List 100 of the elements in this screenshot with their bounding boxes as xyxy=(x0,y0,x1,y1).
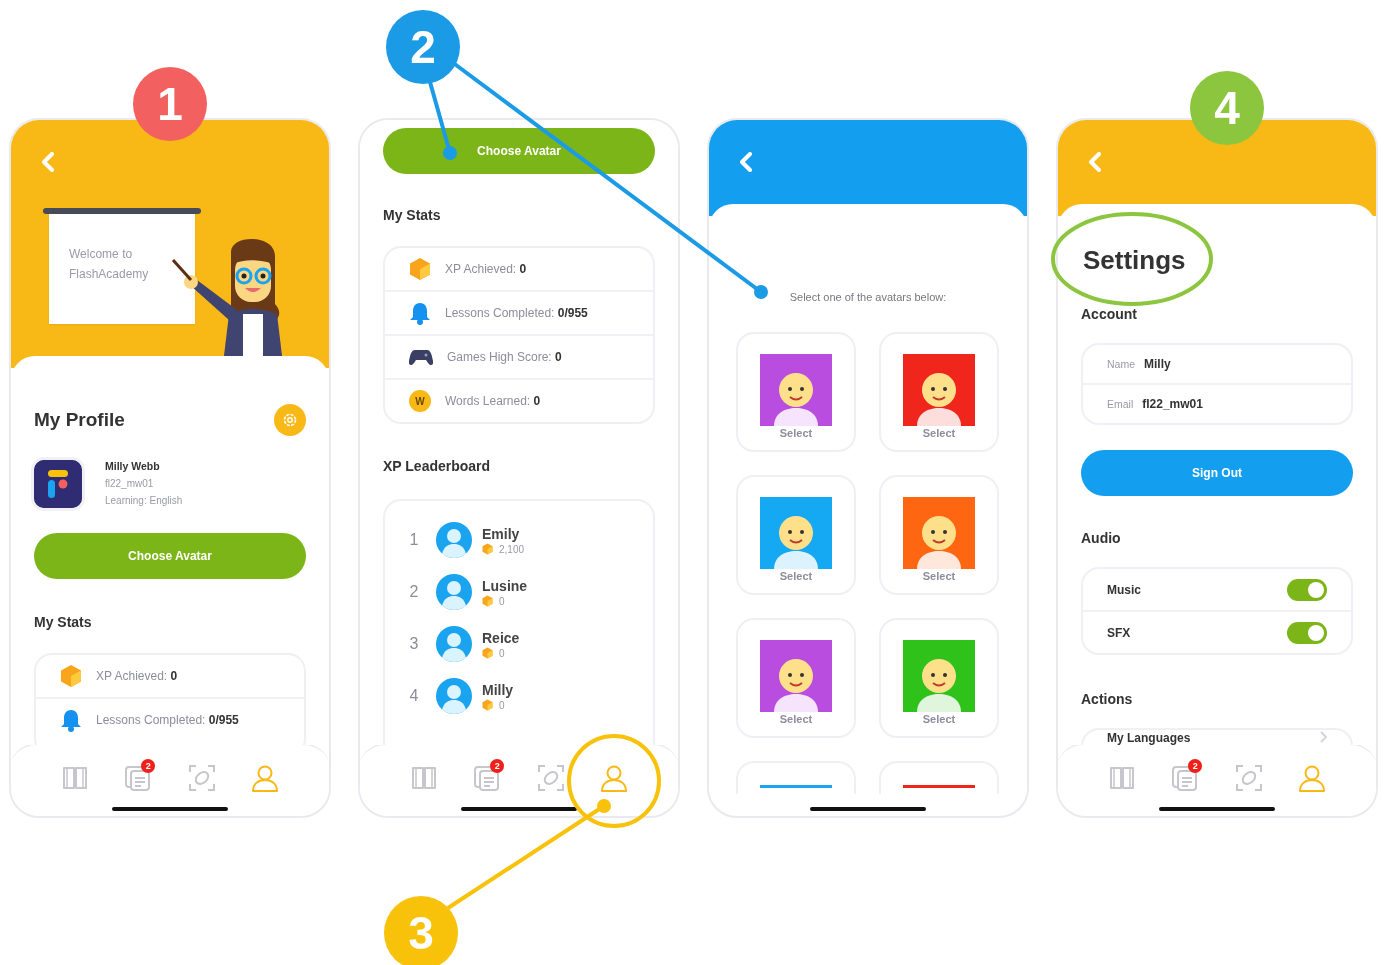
hexagon-icon xyxy=(482,543,493,555)
select-label: Select xyxy=(922,426,956,440)
rank-number: 4 xyxy=(408,687,420,705)
select-label: Select xyxy=(922,569,956,583)
hexagon-icon xyxy=(60,664,82,688)
stat-text: Lessons Completed: 0/955 xyxy=(96,713,239,727)
stat-text: Lessons Completed: 0/955 xyxy=(445,306,588,320)
choose-avatar-button[interactable]: Choose Avatar xyxy=(34,533,306,579)
rank-number: 3 xyxy=(408,635,420,653)
avatar-option[interactable]: Select xyxy=(879,332,999,452)
action-link[interactable]: My Languages xyxy=(1107,731,1191,745)
step-marker: 2 xyxy=(386,10,460,84)
notification-count: 2 xyxy=(141,759,156,773)
step-marker: 4 xyxy=(1190,71,1264,145)
section-title: Account xyxy=(1081,305,1138,323)
section-title: My Stats xyxy=(383,206,442,224)
field-value: fl22_mw01 xyxy=(1142,397,1203,411)
choose-avatar-button[interactable]: Choose Avatar xyxy=(383,128,655,174)
back-icon xyxy=(1088,152,1102,172)
coin-badge: W xyxy=(409,390,431,412)
hexagon-icon xyxy=(482,699,493,711)
book-icon xyxy=(61,764,89,792)
board-text: Welcome to FlashAcademy xyxy=(69,246,150,283)
setting-label: Music xyxy=(1107,582,1141,597)
person-icon xyxy=(251,764,279,792)
avatar-option[interactable]: Select xyxy=(736,475,856,595)
select-label: Select xyxy=(779,426,813,440)
scan-icon xyxy=(1234,764,1263,792)
avatar-option[interactable]: Select xyxy=(879,475,999,595)
field-value: Milly xyxy=(1144,357,1171,371)
field-label: Email xyxy=(1107,398,1134,410)
player-name: Reice xyxy=(482,629,520,647)
notes-icon xyxy=(1171,764,1200,792)
player-name: Milly xyxy=(482,681,514,699)
xp-points: 0 xyxy=(499,647,505,659)
section-title: XP Leaderboard xyxy=(383,457,492,475)
xp-points: 2,100 xyxy=(499,543,525,555)
setting-label: SFX xyxy=(1107,625,1131,640)
book-icon xyxy=(1108,764,1136,792)
learning-language: Learning: English xyxy=(105,494,183,508)
rank-number: 2 xyxy=(408,583,420,601)
stat-text: XP Achieved: 0 xyxy=(96,669,178,683)
sign-out-button[interactable]: Sign Out xyxy=(1081,450,1353,496)
player-name: Lusine xyxy=(482,577,528,595)
section-title: Actions xyxy=(1081,690,1134,708)
notes-icon xyxy=(473,764,502,792)
hexagon-icon xyxy=(482,647,493,659)
notification-count: 2 xyxy=(490,759,505,773)
avatar-option[interactable]: Select xyxy=(736,618,856,738)
person-icon xyxy=(1298,764,1326,792)
settings-icon xyxy=(282,412,298,428)
select-label: Select xyxy=(922,712,956,726)
tab-bar-item[interactable] xyxy=(535,763,566,793)
tab-bar-item[interactable] xyxy=(1297,763,1327,793)
back-icon xyxy=(41,152,55,172)
section-title: Audio xyxy=(1081,529,1122,547)
step-marker: 1 xyxy=(133,67,207,141)
avatar-option[interactable]: Select xyxy=(879,618,999,738)
toggle-switch[interactable] xyxy=(1287,621,1327,644)
scan-icon xyxy=(187,764,216,792)
user-avatar-icon xyxy=(435,625,473,663)
rank-number: 1 xyxy=(408,531,420,549)
app-logo-icon xyxy=(34,459,82,508)
tab-bar-item[interactable] xyxy=(186,763,217,793)
user-avatar-icon xyxy=(435,521,473,559)
book-icon xyxy=(410,764,438,792)
user-avatar-icon xyxy=(435,677,473,715)
toggle-switch[interactable] xyxy=(1287,578,1327,601)
person-icon xyxy=(600,764,628,792)
tab-bar-item[interactable] xyxy=(1233,763,1264,793)
bell-icon xyxy=(60,708,82,732)
avatar-option[interactable]: Select xyxy=(736,332,856,452)
settings-button[interactable] xyxy=(274,404,306,436)
stat-text: Words Learned: 0 xyxy=(445,394,541,408)
bell-icon xyxy=(409,301,431,325)
page-title: My Profile xyxy=(34,409,125,431)
chevron-icon xyxy=(1319,731,1327,743)
player-name: Emily xyxy=(482,525,521,543)
stat-text: XP Achieved: 0 xyxy=(445,262,527,276)
xp-points: 0 xyxy=(499,699,505,711)
notification-count: 2 xyxy=(1188,759,1203,773)
field-label: Name xyxy=(1107,358,1135,370)
section-title: My Stats xyxy=(34,613,93,631)
gamepad-icon xyxy=(409,348,433,366)
tab-bar-item[interactable] xyxy=(599,763,629,793)
select-label: Select xyxy=(779,569,813,583)
stat-text: Games High Score: 0 xyxy=(447,350,562,364)
tab-bar-item[interactable] xyxy=(250,763,280,793)
scan-icon xyxy=(536,764,565,792)
user-name: Milly Webb xyxy=(105,459,161,474)
instruction-text: Select one of the avatars below: xyxy=(788,290,948,304)
xp-points: 0 xyxy=(499,595,505,607)
username: fl22_mw01 xyxy=(105,477,155,491)
notes-icon xyxy=(124,764,153,792)
page-title: Settings xyxy=(1083,244,1187,276)
select-label: Select xyxy=(779,712,813,726)
user-avatar-icon xyxy=(435,573,473,611)
hexagon-icon xyxy=(482,595,493,607)
step-marker: 3 xyxy=(384,896,458,965)
hexagon-icon xyxy=(409,257,431,281)
